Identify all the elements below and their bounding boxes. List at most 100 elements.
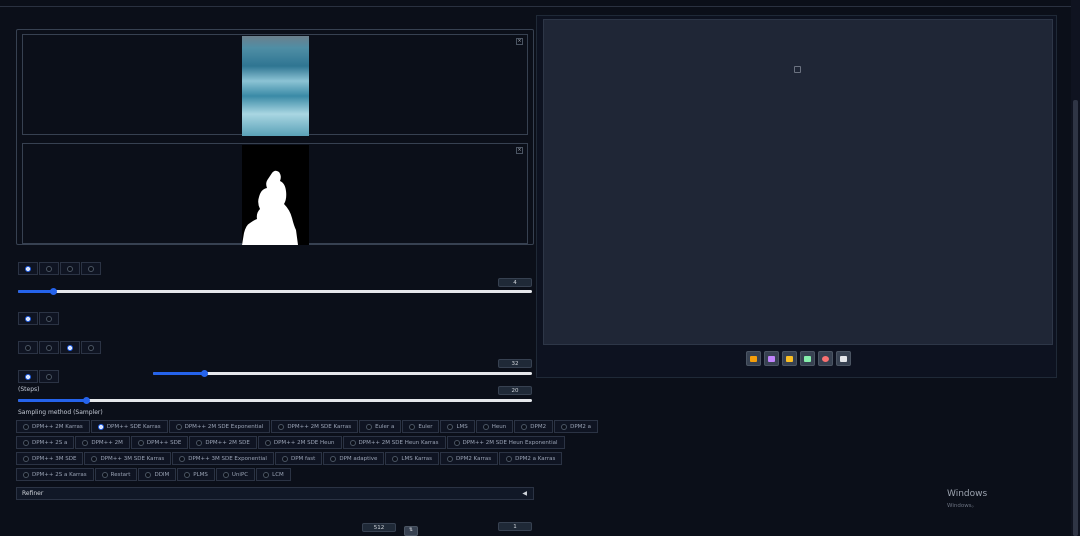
sampler-option[interactable]: DPM++ 3M SDE Exponential [172, 452, 274, 465]
sampler-option[interactable]: Euler a [359, 420, 402, 433]
mask-mode-option[interactable] [39, 312, 59, 325]
slider-thumb[interactable] [201, 370, 208, 377]
mask-blur-slider[interactable] [18, 288, 532, 295]
sampler-option[interactable]: UniPC [215, 468, 256, 481]
extras-icon[interactable] [836, 351, 851, 366]
radio-dot [264, 439, 271, 446]
sampler-option[interactable]: DPM2 [514, 420, 554, 433]
radio-dot [25, 265, 31, 272]
inpaint-area-group [18, 370, 59, 383]
masked-content-option[interactable] [81, 341, 101, 354]
sampler-option[interactable]: DPM2 a [554, 420, 598, 433]
sampler-option[interactable]: LMS Karras [385, 452, 440, 465]
scrollbar-thumb[interactable] [1073, 100, 1078, 536]
page-scrollbar[interactable] [1071, 0, 1080, 536]
sampler-option[interactable]: DPM++ 2M SDE [189, 436, 257, 449]
resize-mode-option[interactable] [39, 262, 59, 275]
sampler-option-label: DPM fast [290, 455, 316, 462]
masked-content-option[interactable] [60, 341, 80, 354]
slider-thumb[interactable] [50, 288, 57, 295]
steps-slider[interactable] [18, 397, 532, 404]
sampler-option[interactable]: DPM++ 3M SDE Karras [84, 452, 172, 465]
sampler-option[interactable]: Restart [94, 468, 138, 481]
sampler-option[interactable]: Euler [402, 420, 440, 433]
sampler-option[interactable]: DPM adaptive [323, 452, 385, 465]
sampler-option[interactable]: DPM++ 2S a [16, 436, 75, 449]
width-input[interactable]: 512 [362, 523, 396, 532]
sampler-option-label: DPM++ 2M SDE [205, 439, 250, 446]
sampler-option-label: DPM++ 2M [91, 439, 123, 446]
sampler-option-label: UniPC [231, 471, 249, 478]
slider-fill [153, 372, 205, 375]
sampler-option-label: Euler a [375, 423, 395, 430]
padding-slider[interactable] [153, 370, 532, 377]
sampler-option-label: DPM++ 3M SDE Exponential [188, 455, 267, 462]
sampler-option[interactable]: DPM++ SDE [130, 436, 189, 449]
sampler-option[interactable]: DPM++ 2M SDE Heun Exponential [446, 436, 565, 449]
sampler-option-label: DPM++ 2M SDE Heun [273, 439, 335, 446]
inpaint-icon[interactable] [818, 351, 833, 366]
close-icon[interactable]: × [516, 38, 523, 45]
sampler-option[interactable]: DPM++ 2M [75, 436, 130, 449]
img2img-icon[interactable] [800, 351, 815, 366]
resize-mode-option[interactable] [18, 262, 38, 275]
mask-mode-option[interactable] [18, 312, 38, 325]
sampler-option[interactable]: DPM++ 2M SDE Exponential [168, 420, 271, 433]
inpaint-area-option[interactable] [18, 370, 38, 383]
sampler-option[interactable]: DDIM [138, 468, 177, 481]
radio-dot [97, 423, 104, 430]
source-image-ice-cave [242, 36, 309, 136]
source-image-box[interactable]: × [22, 34, 528, 136]
folder-icon[interactable] [746, 351, 761, 366]
sampler-option[interactable]: PLMS [177, 468, 215, 481]
sampler-row: DPM++ 2S a Karras Restart DDIM PLMS UniPC LCM [16, 468, 534, 481]
refiner-accordion[interactable]: Refiner ◀ [16, 487, 534, 500]
inpaint-glyph [822, 355, 829, 362]
sampler-option[interactable]: DPM++ 2M Karras [16, 420, 90, 433]
sampler-option-label: LMS Karras [401, 455, 433, 462]
radio-dot [23, 439, 29, 446]
swap-dimensions-button[interactable]: ⇅ [404, 526, 418, 536]
steps-input[interactable]: 20 [498, 386, 532, 395]
sampler-option-label: DPM++ SDE [146, 439, 182, 446]
sampler-option[interactable]: DPM++ 2M SDE Heun [257, 436, 342, 449]
sampler-option-label: DPM2 a [570, 423, 591, 430]
sampler-option[interactable]: DPM2 Karras [440, 452, 499, 465]
sampler-option[interactable]: LMS [440, 420, 475, 433]
inpaint-area-option[interactable] [39, 370, 59, 383]
close-icon[interactable]: × [516, 147, 523, 154]
sampler-option-label: DPM2 Karras [456, 455, 492, 462]
slider-thumb[interactable] [83, 397, 90, 404]
sampler-option[interactable]: DPM2 a Karras [499, 452, 563, 465]
sampler-option-label: DPM++ 2M SDE Heun Exponential [462, 439, 558, 446]
sampler-option[interactable]: DPM++ 2M SDE Karras [271, 420, 359, 433]
save-icon[interactable] [764, 351, 779, 366]
zip-icon[interactable] [782, 351, 797, 366]
sampler-option[interactable]: LCM [256, 468, 291, 481]
slider-fill [18, 399, 86, 402]
sampler-option[interactable]: DPM fast [274, 452, 323, 465]
radio-dot [145, 471, 152, 478]
masked-content-option[interactable] [39, 341, 59, 354]
batch-count-input[interactable]: 1 [498, 522, 532, 531]
radio-dot [46, 344, 52, 351]
radio-dot [392, 455, 399, 462]
radio-dot [482, 423, 489, 430]
sampler-row: DPM++ 2M Karras DPM++ SDE Karras DPM++ 2M … [16, 420, 598, 433]
masked-content-option[interactable] [18, 341, 38, 354]
padding-input[interactable]: 32 [498, 359, 532, 368]
mask-image-box[interactable]: × [22, 143, 528, 245]
radio-dot [278, 423, 285, 430]
mask-blur-input[interactable]: 4 [498, 278, 532, 287]
zip-glyph [786, 355, 793, 362]
radio-dot [25, 344, 31, 351]
sampler-option[interactable]: DPM++ 2M SDE Heun Karras [342, 436, 446, 449]
sampler-option[interactable]: DPM++ SDE Karras [90, 420, 168, 433]
radio-dot [447, 455, 454, 462]
sampler-option[interactable]: Heun [475, 420, 514, 433]
radio-dot [330, 455, 337, 462]
sampler-option[interactable]: DPM++ 2S a Karras [16, 468, 94, 481]
sampler-option[interactable]: DPM++ 3M SDE [16, 452, 84, 465]
resize-mode-option[interactable] [60, 262, 80, 275]
resize-mode-option[interactable] [81, 262, 101, 275]
